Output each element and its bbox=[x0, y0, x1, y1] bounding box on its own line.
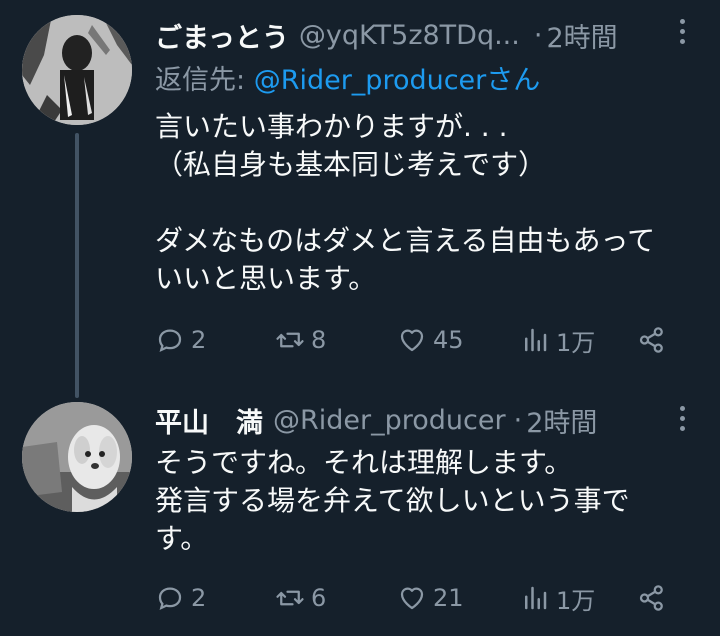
reply-mention[interactable]: @Rider_producerさん bbox=[254, 65, 541, 96]
like-icon bbox=[400, 329, 424, 352]
tweet-header: ごまっとう @yqKT5z8TDq... · 2時間 bbox=[155, 14, 660, 56]
author-handle[interactable]: @Rider_producer bbox=[273, 405, 506, 436]
tweet-header: 平山 満 @Rider_producer · 2時間 bbox=[155, 399, 660, 441]
like-button[interactable]: 21 bbox=[397, 578, 464, 618]
views-count: 1万 bbox=[556, 328, 596, 357]
reply-to-line: 返信先: @Rider_producerさん bbox=[155, 58, 540, 97]
tweet-2[interactable]: 平山 満 @Rider_producer · 2時間 そうですね。それは理解しま… bbox=[0, 380, 720, 636]
reply-prefix: 返信先: bbox=[155, 65, 254, 96]
views-button[interactable]: 1万 bbox=[520, 578, 595, 618]
action-bar: 2 6 21 1万 bbox=[155, 578, 675, 618]
like-button[interactable]: 45 bbox=[397, 320, 464, 360]
more-icon[interactable] bbox=[670, 13, 694, 49]
thread-line bbox=[75, 133, 79, 398]
views-button[interactable]: 1万 bbox=[520, 320, 595, 360]
share-icon bbox=[639, 327, 663, 353]
separator: · bbox=[513, 404, 523, 436]
tweet-text: そうですね。それは理解します。 発言する場を弁えて欲しいという事で す。 bbox=[155, 446, 630, 555]
reply-count: 2 bbox=[191, 326, 207, 354]
retweet-icon bbox=[276, 332, 304, 348]
reply-button[interactable]: 2 bbox=[155, 578, 206, 618]
timestamp[interactable]: 2時間 bbox=[546, 16, 617, 55]
share-button[interactable] bbox=[637, 320, 667, 360]
views-icon bbox=[525, 328, 547, 352]
like-icon bbox=[400, 587, 424, 610]
like-count: 45 bbox=[433, 326, 464, 354]
share-icon bbox=[639, 585, 663, 611]
retweet-button[interactable]: 8 bbox=[275, 320, 326, 360]
reply-icon bbox=[158, 587, 182, 611]
reply-count: 2 bbox=[191, 584, 207, 612]
timestamp[interactable]: 2時間 bbox=[526, 401, 597, 440]
retweet-button[interactable]: 6 bbox=[275, 578, 326, 618]
separator: · bbox=[533, 19, 543, 51]
retweet-count: 6 bbox=[311, 584, 327, 612]
reply-button[interactable]: 2 bbox=[155, 320, 206, 360]
reply-icon bbox=[158, 329, 182, 353]
share-button[interactable] bbox=[637, 578, 667, 618]
views-count: 1万 bbox=[556, 586, 596, 615]
avatar[interactable] bbox=[22, 15, 132, 125]
author-name[interactable]: ごまっとう bbox=[155, 16, 289, 55]
retweet-icon bbox=[276, 590, 304, 606]
like-count: 21 bbox=[433, 584, 464, 612]
author-handle[interactable]: @yqKT5z8TDq... bbox=[299, 20, 520, 51]
author-name[interactable]: 平山 満 bbox=[155, 401, 263, 440]
tweet-1[interactable]: ごまっとう @yqKT5z8TDq... · 2時間 返信先: @Rider_p… bbox=[0, 0, 720, 398]
action-bar: 2 8 45 1万 bbox=[155, 320, 675, 360]
more-icon[interactable] bbox=[670, 400, 694, 436]
avatar[interactable] bbox=[22, 402, 132, 512]
views-icon bbox=[525, 586, 547, 610]
retweet-count: 8 bbox=[311, 326, 327, 354]
tweet-text: 言いたい事わかりますが. . . （私自身も基本同じ考えです） ダメなものはダメ… bbox=[155, 110, 656, 295]
